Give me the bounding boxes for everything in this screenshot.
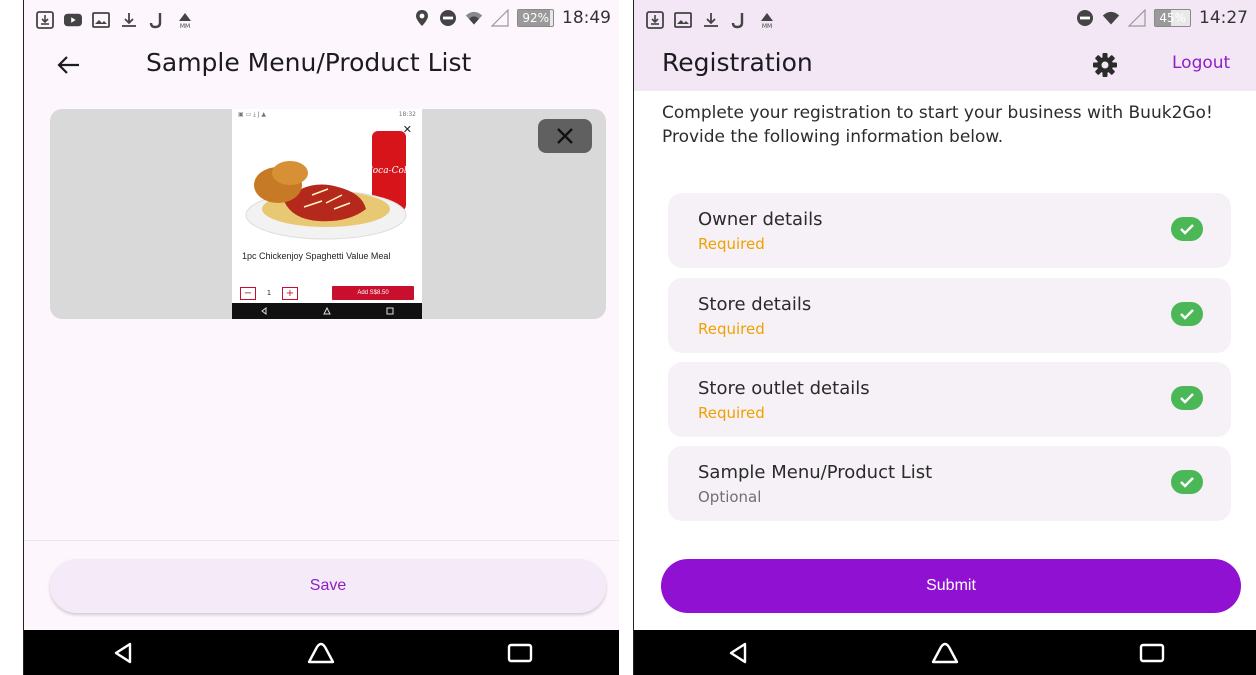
system-nav-bar [24, 630, 619, 675]
notification-icons: MM [646, 11, 776, 29]
nav-back-button[interactable] [103, 638, 143, 668]
youtube-icon [64, 11, 82, 29]
location-icon [413, 9, 431, 27]
gear-icon [1093, 53, 1117, 77]
section-title: Owner details [698, 209, 823, 230]
nav-home-button[interactable] [301, 638, 341, 668]
mm-app-icon: MM [176, 11, 194, 29]
section-card-store-outlet-details[interactable]: Store outlet details Required [668, 362, 1231, 437]
section-status: Required [698, 404, 765, 422]
check-icon [1171, 470, 1203, 494]
preview-screenshot: ▣ ▭ ⤓ J ▲ 18:32 Coca-Cola ✕ 1pc Chickenj… [232, 109, 422, 319]
page-title: Sample Menu/Product List [146, 48, 472, 77]
mini-plus-icon: + [282, 286, 298, 300]
mini-minus-icon: − [240, 286, 256, 300]
j-app-icon [730, 11, 748, 29]
section-status: Required [698, 320, 765, 338]
signal-icon [1128, 9, 1146, 27]
section-card-sample-menu[interactable]: Sample Menu/Product List Optional [668, 446, 1231, 521]
section-title: Store details [698, 294, 812, 315]
nav-back-icon [114, 642, 132, 663]
nav-back-icon [729, 642, 746, 663]
signal-icon [491, 9, 509, 27]
nav-home-button[interactable] [925, 638, 965, 668]
download-icon [120, 11, 138, 29]
food-image: Coca-Cola [245, 131, 408, 240]
check-icon [1171, 386, 1203, 410]
section-card-owner-details[interactable]: Owner details Required [668, 193, 1231, 268]
status-time: 18:49 [562, 8, 611, 28]
mini-quantity: 1 [266, 289, 272, 297]
svg-text:MM: MM [762, 23, 772, 29]
do-not-disturb-icon [1076, 9, 1094, 27]
mm-app-icon: MM [758, 11, 776, 29]
section-status: Optional [698, 488, 762, 506]
page-title: Registration [662, 48, 813, 77]
product-name: 1pc Chickenjoy Spaghetti Value Meal [242, 251, 391, 261]
phone-screen-left: MM 92% 18:49 Sample Menu/Product List ▣ … [23, 0, 619, 675]
footer-divider [24, 540, 619, 541]
download-app-icon [646, 11, 664, 29]
submit-button[interactable]: Submit [661, 559, 1241, 613]
section-title: Sample Menu/Product List [698, 462, 933, 483]
nav-home-icon [308, 642, 335, 663]
status-right: 45% 14:27 [1076, 8, 1248, 28]
app-bar: Sample Menu/Product List [24, 40, 619, 90]
section-card-store-details[interactable]: Store details Required [668, 278, 1231, 353]
nav-back-button[interactable] [718, 638, 758, 668]
remove-image-button[interactable] [538, 119, 592, 153]
j-app-icon [148, 11, 166, 29]
can-label: Coca-Cola [366, 166, 408, 176]
nav-recents-icon [507, 643, 533, 662]
svg-text:MM: MM [180, 23, 190, 29]
uploaded-image-preview: ▣ ▭ ⤓ J ▲ 18:32 Coca-Cola ✕ 1pc Chickenj… [50, 109, 606, 319]
section-status: Required [698, 235, 765, 253]
battery-percent: 45% [1159, 11, 1186, 25]
nav-recents-icon [1140, 643, 1165, 662]
download-app-icon [36, 11, 54, 29]
mini-nav-bar [232, 303, 422, 319]
back-arrow-icon [57, 56, 79, 74]
mini-time: 18:32 [398, 111, 416, 118]
mini-status-bar: ▣ ▭ ⤓ J ▲ 18:32 [238, 111, 416, 118]
mini-add-button: Add S$8.50 [332, 286, 414, 300]
section-title: Store outlet details [698, 378, 870, 399]
status-bar: MM 45% 14:27 [634, 0, 1256, 40]
status-bar: MM 92% 18:49 [24, 0, 619, 40]
notification-icons: MM [36, 11, 194, 29]
do-not-disturb-icon [439, 9, 457, 27]
download-icon [702, 11, 720, 29]
settings-button[interactable] [1089, 49, 1121, 81]
status-right: 92% 18:49 [413, 8, 611, 28]
nav-home-icon [931, 642, 959, 663]
gallery-icon [674, 11, 692, 29]
phone-screen-right: MM 45% 14:27 Registration Logout Complet… [633, 0, 1256, 675]
battery-percent: 92% [522, 11, 549, 25]
mini-cart-bar: − 1 + Add S$8.50 [232, 283, 422, 303]
status-time: 14:27 [1199, 8, 1248, 28]
logout-button[interactable]: Logout [1172, 53, 1230, 73]
save-button[interactable]: Save [50, 559, 606, 613]
back-button[interactable] [52, 48, 86, 82]
intro-text: Complete your registration to start your… [662, 103, 1213, 147]
check-icon [1171, 302, 1203, 326]
gallery-icon [92, 11, 110, 29]
system-nav-bar [634, 630, 1256, 675]
battery-indicator: 92% [517, 9, 554, 27]
battery-indicator: 45% [1154, 9, 1191, 27]
nav-recents-button[interactable] [500, 638, 540, 668]
check-icon [1171, 217, 1203, 241]
close-icon [557, 128, 573, 144]
wifi-icon [465, 9, 483, 27]
nav-recents-button[interactable] [1132, 638, 1172, 668]
mini-close-icon: ✕ [402, 123, 412, 136]
wifi-icon [1102, 9, 1120, 27]
